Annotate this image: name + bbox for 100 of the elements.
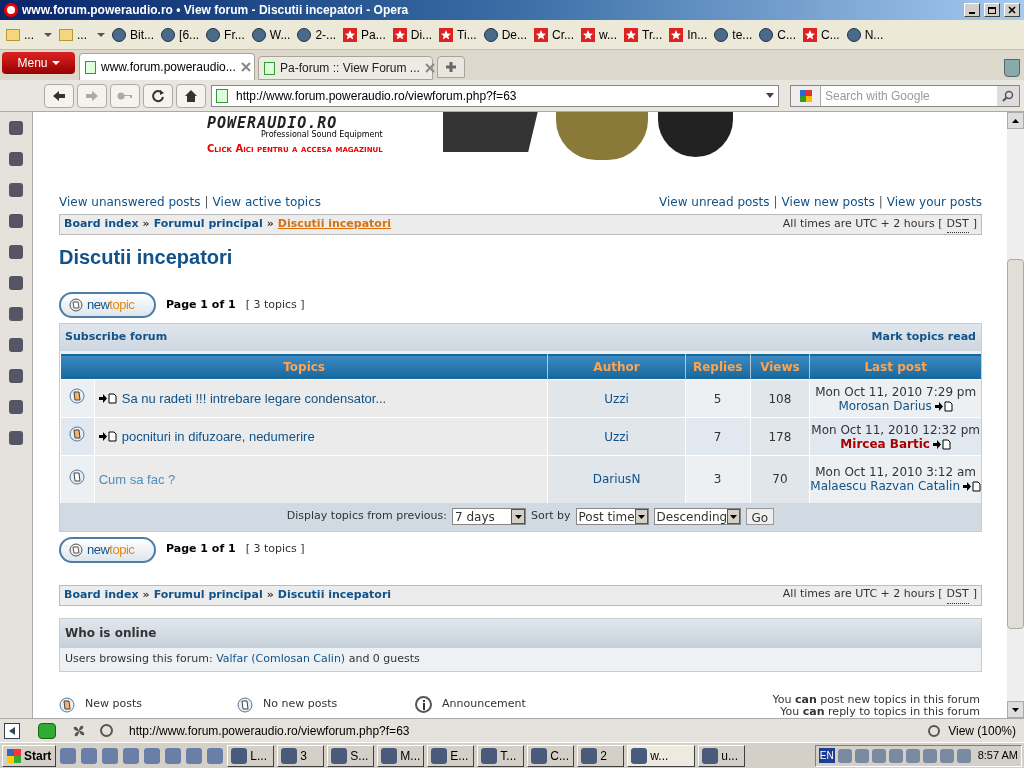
folder-icon bbox=[6, 28, 20, 41]
tab[interactable]: www.forum.poweraudio... bbox=[79, 53, 255, 80]
breadcrumb-link[interactable]: Board index bbox=[64, 216, 139, 233]
scroll-down-icon[interactable] bbox=[1007, 701, 1024, 718]
taskbar-button[interactable]: C... bbox=[527, 744, 575, 767]
banner-link[interactable]: Click Aici pentru a accesa magazinul bbox=[207, 143, 383, 155]
bookmark[interactable]: [6... bbox=[159, 23, 202, 46]
separator: | bbox=[878, 194, 883, 211]
breadcrumb-link[interactable]: Forumul principal bbox=[153, 586, 263, 604]
bookmark[interactable]: ... bbox=[4, 23, 54, 46]
scroll-up-icon[interactable] bbox=[1007, 112, 1024, 129]
author-link[interactable]: Malaescu Razvan Catalin bbox=[810, 479, 960, 494]
bookmark[interactable]: Di... bbox=[390, 23, 435, 46]
author-link[interactable]: Morosan Darius bbox=[838, 398, 932, 413]
taskbar-button[interactable]: w... bbox=[627, 744, 696, 767]
address-field[interactable]: http://www.forum.poweraudio.ro/viewforum.php?f=63 bbox=[211, 84, 779, 107]
google-icon[interactable] bbox=[791, 85, 821, 106]
separator: » bbox=[142, 216, 150, 233]
author-link[interactable]: Mircea Bartic bbox=[840, 436, 930, 451]
nav-link[interactable]: View unread posts bbox=[659, 193, 770, 211]
home-button[interactable] bbox=[176, 83, 206, 108]
breadcrumb-link[interactable]: Board index bbox=[64, 586, 139, 604]
taskbar-button[interactable]: S... bbox=[327, 744, 375, 767]
breadcrumb-link[interactable]: Forumul principal bbox=[153, 216, 263, 233]
dropdown[interactable]: Descending bbox=[653, 508, 741, 525]
new-topic-button[interactable]: newtopic bbox=[59, 536, 156, 563]
language-indicator[interactable]: EN bbox=[818, 748, 835, 763]
dropdown[interactable]: 7 days bbox=[452, 508, 526, 525]
taskbar-button[interactable]: u... bbox=[698, 744, 746, 767]
bookmark[interactable]: W... bbox=[249, 23, 293, 46]
zoom-icon[interactable] bbox=[928, 724, 941, 737]
clock: 8:57 AM bbox=[977, 748, 1018, 764]
latest-post-icon[interactable] bbox=[98, 393, 117, 404]
go-button[interactable]: Go bbox=[745, 508, 775, 525]
latest-post-icon[interactable] bbox=[963, 481, 981, 493]
bookmark[interactable]: 2-... bbox=[295, 23, 339, 46]
latest-post-icon[interactable] bbox=[934, 400, 953, 412]
bookmark[interactable]: C... bbox=[801, 23, 842, 46]
restore-button[interactable] bbox=[984, 3, 1000, 17]
nav-link[interactable]: View active topics bbox=[212, 193, 322, 211]
bookmark[interactable]: ... bbox=[57, 23, 108, 46]
latest-post-icon[interactable] bbox=[98, 431, 117, 442]
author-link[interactable]: Uzzi bbox=[604, 429, 629, 444]
scrollbar[interactable] bbox=[1007, 112, 1024, 718]
new-tab-button[interactable] bbox=[437, 56, 465, 78]
breadcrumb-link[interactable]: Discutii incepatori bbox=[277, 586, 392, 604]
bookmark[interactable]: N... bbox=[844, 23, 886, 46]
bookmark[interactable]: Fr... bbox=[204, 23, 247, 46]
bookmark[interactable]: Bit... bbox=[110, 23, 157, 46]
bookmark[interactable]: In... bbox=[667, 23, 710, 46]
author-link[interactable]: DariusN bbox=[592, 472, 641, 487]
taskbar-button[interactable]: E... bbox=[427, 744, 475, 767]
nav-link[interactable]: View new posts bbox=[781, 193, 875, 211]
dropdown-arrow-icon bbox=[729, 514, 737, 519]
bookmark[interactable]: Ti... bbox=[437, 23, 479, 46]
back-arrow-icon bbox=[52, 89, 66, 102]
nav-link[interactable]: View your posts bbox=[886, 193, 982, 211]
separator: » bbox=[142, 586, 150, 603]
tab[interactable]: Pa-forum :: View Forum ... bbox=[258, 56, 433, 80]
bookmark[interactable]: w... bbox=[579, 23, 620, 46]
start-button[interactable]: Start bbox=[2, 744, 57, 767]
bookmark[interactable]: De... bbox=[481, 23, 529, 46]
nav-link[interactable]: View unanswered posts bbox=[59, 193, 201, 211]
site-icon bbox=[759, 27, 774, 42]
scroll-thumb[interactable] bbox=[1007, 259, 1024, 629]
author-link[interactable]: Uzzi bbox=[604, 391, 629, 406]
taskbar-button[interactable]: 2 bbox=[577, 744, 625, 767]
close-button[interactable] bbox=[1004, 3, 1020, 17]
close-icon[interactable] bbox=[424, 63, 435, 73]
latest-post-icon[interactable] bbox=[932, 438, 951, 450]
reload-button[interactable] bbox=[143, 83, 173, 108]
search-box[interactable]: Search with Google bbox=[790, 84, 1020, 107]
bookmark[interactable]: te... bbox=[712, 23, 755, 46]
taskbar-button[interactable]: M... bbox=[377, 744, 425, 767]
trash-icon[interactable] bbox=[1004, 59, 1020, 77]
dropdown[interactable]: Post time bbox=[575, 508, 649, 525]
bookmark[interactable]: Tr... bbox=[622, 23, 665, 46]
speed-dial-icon[interactable] bbox=[100, 724, 113, 737]
search-field[interactable]: Search with Google bbox=[821, 86, 997, 105]
taskbar-button[interactable]: T... bbox=[477, 744, 525, 767]
bookmark[interactable]: Cr... bbox=[532, 23, 577, 46]
home-icon bbox=[184, 88, 198, 103]
bookmark[interactable]: Pa... bbox=[341, 23, 388, 46]
panel-toggle-icon[interactable] bbox=[4, 722, 20, 739]
menu-button[interactable]: Menu bbox=[2, 52, 75, 74]
user-link[interactable]: Valfar (Comlosan Calin) bbox=[216, 651, 346, 665]
subscribe-link[interactable]: Subscribe forum bbox=[65, 329, 168, 346]
taskbar-button[interactable]: 3 bbox=[277, 744, 325, 767]
bookmark[interactable]: C... bbox=[757, 23, 798, 46]
zoom-level[interactable]: View (100%) bbox=[948, 721, 1016, 740]
taskbar-button[interactable]: L... bbox=[227, 744, 275, 767]
minimize-button[interactable] bbox=[964, 3, 980, 17]
mark-read-link[interactable]: Mark topics read bbox=[871, 329, 976, 346]
close-icon[interactable] bbox=[240, 62, 251, 72]
dropdown-arrow-icon[interactable] bbox=[766, 93, 774, 98]
view-count: 178 bbox=[750, 417, 810, 456]
caret-icon bbox=[51, 61, 60, 65]
new-topic-button[interactable]: newtopic bbox=[59, 292, 156, 318]
back-button[interactable] bbox=[44, 83, 74, 108]
site-icon bbox=[206, 27, 221, 42]
